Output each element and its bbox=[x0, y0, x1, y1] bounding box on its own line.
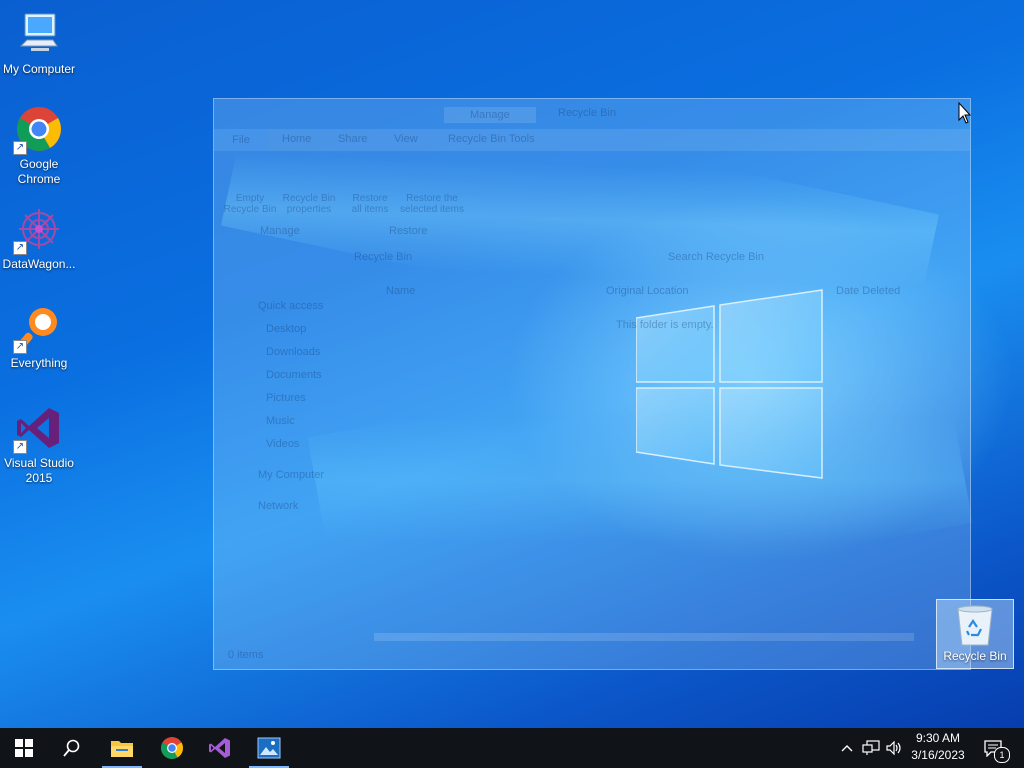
search-icon bbox=[63, 739, 80, 757]
ribbon: Empty Recycle Bin Recycle Bin properties… bbox=[214, 151, 970, 241]
speaker-icon bbox=[886, 741, 901, 755]
everything-search-icon: ↗ bbox=[13, 304, 63, 354]
column-original-location: Original Location bbox=[606, 285, 689, 297]
ribbon-button-empty: Empty Recycle Bin bbox=[223, 193, 277, 215]
notification-count-badge: 1 bbox=[994, 747, 1010, 763]
contextual-tab-label: Manage bbox=[444, 107, 536, 123]
desktop-icon-label: My Computer bbox=[2, 62, 76, 76]
visual-studio-taskbar-button[interactable] bbox=[196, 728, 244, 768]
desktop-icon-recycle-bin[interactable]: Recycle Bin bbox=[936, 599, 1014, 669]
photos-icon bbox=[257, 737, 281, 759]
volume-tray-button[interactable] bbox=[884, 728, 904, 768]
address-bar: Recycle Bin bbox=[354, 251, 413, 263]
window-title: Recycle Bin bbox=[558, 107, 617, 119]
tab-recycle-bin-tools: Recycle Bin Tools bbox=[448, 133, 535, 145]
ribbon-group-restore: Restore bbox=[389, 225, 428, 237]
window-titlebar: Manage Recycle Bin bbox=[214, 99, 970, 129]
nav-documents: Documents bbox=[266, 369, 322, 381]
nav-videos: Videos bbox=[266, 438, 300, 450]
shortcut-arrow-icon: ↗ bbox=[13, 440, 27, 454]
desktop-icon-label: Everything bbox=[10, 356, 68, 370]
start-button[interactable] bbox=[0, 728, 48, 768]
tab-file: File bbox=[214, 129, 268, 151]
desktop-icon-google-chrome[interactable]: ↗ Google Chrome bbox=[0, 105, 78, 187]
chrome-taskbar-button[interactable] bbox=[148, 728, 196, 768]
chrome-icon bbox=[161, 737, 183, 759]
photos-taskbar-button[interactable] bbox=[245, 728, 293, 768]
file-explorer-button[interactable] bbox=[98, 728, 146, 768]
nav-music: Music bbox=[266, 415, 295, 427]
desktop-icon-my-computer[interactable]: My Computer bbox=[0, 10, 78, 77]
nav-my-computer: My Computer bbox=[258, 469, 325, 481]
show-hidden-icons-button[interactable] bbox=[838, 728, 856, 768]
desktop-icon-label: Google Chrome bbox=[17, 157, 61, 186]
ribbon-button-restore-all: Restore all items bbox=[351, 193, 389, 215]
recycle-bin-window-ghost: Manage Recycle Bin File Home Share View … bbox=[213, 98, 971, 670]
clock-date: 3/16/2023 bbox=[911, 748, 965, 762]
ribbon-button-properties: Recycle Bin properties bbox=[282, 193, 336, 215]
chevron-up-icon bbox=[841, 745, 853, 752]
desktop-icon-everything[interactable]: ↗ Everything bbox=[0, 304, 78, 371]
shortcut-arrow-icon: ↗ bbox=[13, 241, 27, 255]
column-name: Name bbox=[386, 285, 416, 297]
network-icon bbox=[862, 740, 880, 755]
clock-time: 9:30 AM bbox=[915, 731, 961, 745]
nav-network: Network bbox=[258, 500, 299, 512]
tab-view: View bbox=[394, 133, 418, 145]
action-center-button[interactable]: 1 bbox=[978, 728, 1010, 768]
desktop-icon-label: Visual Studio 2015 bbox=[4, 456, 74, 485]
mouse-cursor-icon bbox=[958, 102, 972, 124]
column-date-deleted: Date Deleted bbox=[836, 285, 901, 297]
chrome-icon: ↗ bbox=[13, 105, 63, 155]
horizontal-scrollbar bbox=[374, 633, 914, 641]
folder-icon bbox=[111, 741, 133, 757]
desktop-icon-label: DataWagon... bbox=[2, 257, 76, 271]
computer-icon bbox=[15, 10, 63, 58]
desktop-icon-datawagon[interactable]: ↗ DataWagon... bbox=[0, 205, 78, 272]
ribbon-tabs: File Home Share View Recycle Bin Tools bbox=[214, 129, 970, 151]
ribbon-button-restore-selected: Restore the selected items bbox=[400, 193, 464, 215]
nav-downloads: Downloads bbox=[266, 346, 321, 358]
desktop-icon-visual-studio[interactable]: ↗ Visual Studio 2015 bbox=[0, 404, 78, 486]
recycle-bin-icon bbox=[954, 603, 996, 647]
nav-pictures: Pictures bbox=[266, 392, 306, 404]
taskbar: 9:30 AM 3/16/2023 1 bbox=[0, 728, 1024, 768]
shortcut-arrow-icon: ↗ bbox=[13, 340, 27, 354]
visual-studio-icon bbox=[209, 738, 230, 758]
ribbon-group-manage: Manage bbox=[260, 225, 300, 237]
search-button[interactable] bbox=[48, 728, 96, 768]
shortcut-arrow-icon: ↗ bbox=[13, 141, 27, 155]
status-item-count: 0 items bbox=[228, 649, 264, 661]
visual-studio-icon: ↗ bbox=[13, 404, 63, 454]
tab-share: Share bbox=[338, 133, 368, 145]
windows-icon bbox=[15, 739, 33, 757]
datawagon-icon: ↗ bbox=[13, 205, 63, 255]
empty-folder-message: This folder is empty. bbox=[616, 319, 714, 331]
nav-desktop: Desktop bbox=[266, 323, 307, 335]
tab-home: Home bbox=[282, 133, 312, 145]
desktop-icon-label: Recycle Bin bbox=[943, 649, 1007, 663]
search-box: Search Recycle Bin bbox=[668, 251, 764, 263]
network-tray-button[interactable] bbox=[860, 728, 882, 768]
nav-quick-access: Quick access bbox=[258, 300, 324, 312]
taskbar-clock[interactable]: 9:30 AM 3/16/2023 bbox=[906, 730, 970, 764]
